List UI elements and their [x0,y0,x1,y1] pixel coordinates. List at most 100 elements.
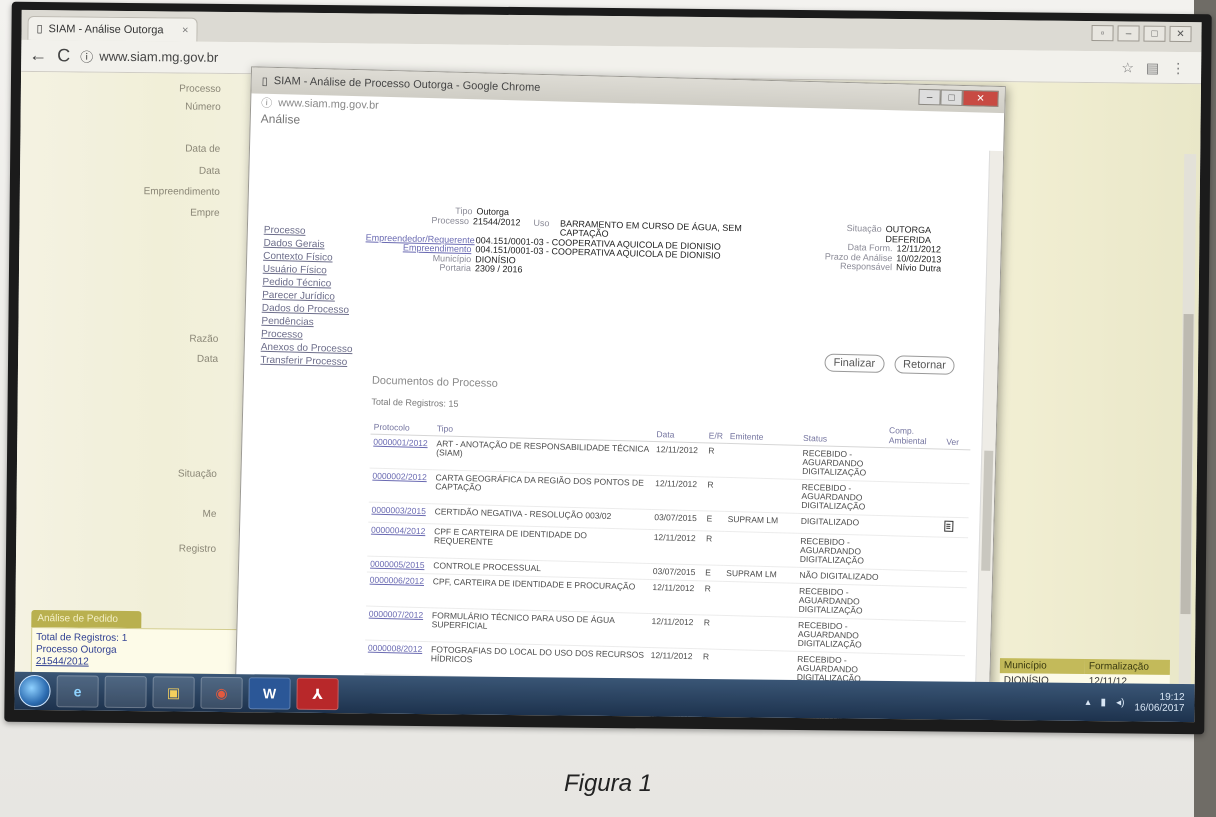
cell-prot[interactable]: 0000003/2015 [368,502,432,524]
cell-ver [937,621,966,656]
start-button[interactable] [18,674,51,708]
url-text: www.siam.mg.gov.br [99,48,219,65]
cell-ver [939,571,968,588]
star-icon[interactable]: ☆ [1121,59,1134,76]
page-scrollbar[interactable] [1178,154,1197,715]
cell-ver [938,587,967,622]
extension-icon[interactable]: ▤ [1146,60,1159,77]
process-info: Tipo Outorga Processo 21544/2012 Uso BARRA… [365,204,787,281]
menu-icon[interactable]: ⋮ [1171,60,1185,77]
column-header: Data [653,417,707,443]
cell-data: 12/11/2012 [647,613,702,649]
window-controls: ▫ – □ ✕ [1091,25,1192,43]
cell-er: R [702,530,725,566]
cell-comp [881,569,940,588]
side-menu: Processo Dados Gerais Contexto Físico Us… [260,224,359,369]
cell-er: E [701,564,724,582]
scroll-thumb[interactable] [981,450,994,571]
reload-icon[interactable]: C [57,45,70,66]
cell-emit [721,615,796,652]
cell-er: R [704,442,727,478]
cell-ver [942,449,971,484]
cell-prot[interactable]: 0000011/2012 [362,719,427,723]
cell-data: 12/11/2012 [652,441,706,477]
cell-tipo: CPF, CARTEIRA DE IDENTIDADE E PROCURAÇÃO [429,573,650,614]
cell-prot[interactable]: 0000007/2012 [365,606,430,642]
back-arrow-icon[interactable]: ← [29,45,47,66]
close-icon[interactable]: ✕ [962,89,999,107]
results-panel-body: Total de Registros: 1 Processo Outorga 2… [30,626,252,676]
popup-window-controls: – □ ✕ [918,88,999,107]
cell-emit [723,531,798,568]
cell-data: 12/11/2012 [646,647,701,683]
cell-emit: SUPRAM LM [724,511,799,534]
browser-tab[interactable]: ▯ SIAM - Análise Outorga × [27,15,198,42]
cell-emit [724,477,799,514]
cell-comp [881,585,940,622]
cell-status: RECEBIDO - AGUARDANDO DIGITALIZAÇÃO [798,479,885,516]
scroll-thumb[interactable] [1180,314,1194,615]
cell-tipo: ART - ANOTAÇÃO DE RESPONSABILIDADE TÉCNI… [432,435,654,476]
ie-icon[interactable]: e [56,675,99,708]
url-field[interactable]: ⓘ www.siam.mg.gov.br [80,46,218,66]
popup-url-text: www.siam.mg.gov.br [278,97,379,112]
document-icon[interactable] [943,520,954,532]
cell-status: DIGITALIZADO [797,513,884,536]
menu-item-pendencias[interactable]: Pendências Processo [261,315,357,343]
table-header: Município Formalização [999,658,1170,675]
cell-prot[interactable]: 0000006/2012 [366,572,431,608]
cell-prot[interactable]: 0000002/2012 [368,468,433,504]
back-label: Data [196,353,219,365]
tray-arrow-icon[interactable]: ▴ [1086,697,1091,708]
info-value: 2309 / 2016 [474,263,523,275]
tab-title: SIAM - Análise Outorga [48,22,164,36]
menu-item-transferir[interactable]: Transferir Processo [260,354,355,369]
clock-date: 16/06/2017 [1134,702,1185,715]
cell-prot[interactable]: 0000005/2015 [366,556,431,574]
column-header: Protocolo [370,409,435,436]
cell-prot[interactable]: 0000008/2012 [364,640,429,676]
cell-data: 12/11/2012 [650,529,704,565]
pdf-icon[interactable]: ⅄ [296,677,339,711]
cell-comp [883,481,943,518]
documents-table: Protocolo Tipo Data E/R Emitente Status … [361,409,971,723]
minimize-icon[interactable]: – [1117,25,1140,42]
cell-emit: SUPRAM LM [723,565,797,584]
back-label: Empre [190,207,220,219]
results-panel: Análise de Pedido Total de Registros: 1 … [30,609,252,676]
word-icon[interactable]: W [248,677,291,710]
volume-icon[interactable]: ◂) [1116,697,1124,708]
info-row: Responsável Nívio Dutra [792,261,967,275]
records-total: Total de Registros: 15 [371,396,459,409]
column-header: Ver [943,424,971,450]
chrome-icon[interactable]: ◉ [200,676,243,710]
section-title: Documentos do Processo [371,374,499,390]
folder-icon[interactable]: ▣ [152,676,195,709]
minimize-icon[interactable]: – [918,88,941,106]
close-tab-icon[interactable]: × [182,24,189,36]
return-button[interactable]: Retornar [893,355,956,375]
cell-prot[interactable]: 0000004/2012 [367,522,432,558]
cell-status: RECEBIDO - AGUARDANDO DIGITALIZAÇÃO [796,533,884,570]
finalize-button[interactable]: Finalizar [824,353,885,374]
maximize-icon[interactable]: □ [1143,25,1166,42]
maximize-icon[interactable]: □ [940,89,963,106]
popup-window: ▯ SIAM - Análise de Processo Outorga - G… [234,66,1006,723]
cell-er: R [701,580,724,616]
system-tray: ▴ ▮ ◂) 19:12 16/06/2017 [1085,691,1194,714]
cell-data: 12/11/2012 [648,579,702,615]
taskbar-empty-slot[interactable] [104,675,147,709]
clock[interactable]: 19:12 16/06/2017 [1134,692,1185,715]
network-icon[interactable]: ▮ [1101,697,1107,708]
column-header: Comp. Ambiental [885,423,944,450]
cell-prot[interactable]: 0000001/2012 [369,434,434,470]
back-label: Razão [189,333,219,345]
info-icon[interactable]: ⓘ [80,46,93,65]
cell-er: E [703,510,725,532]
info-label: Situação [846,223,882,234]
results-link[interactable]: 21544/2012 [36,656,246,670]
close-icon[interactable]: ✕ [1169,25,1192,43]
column-header: Status [799,420,887,448]
cell-ver [941,483,970,518]
user-icon[interactable]: ▫ [1091,25,1114,42]
